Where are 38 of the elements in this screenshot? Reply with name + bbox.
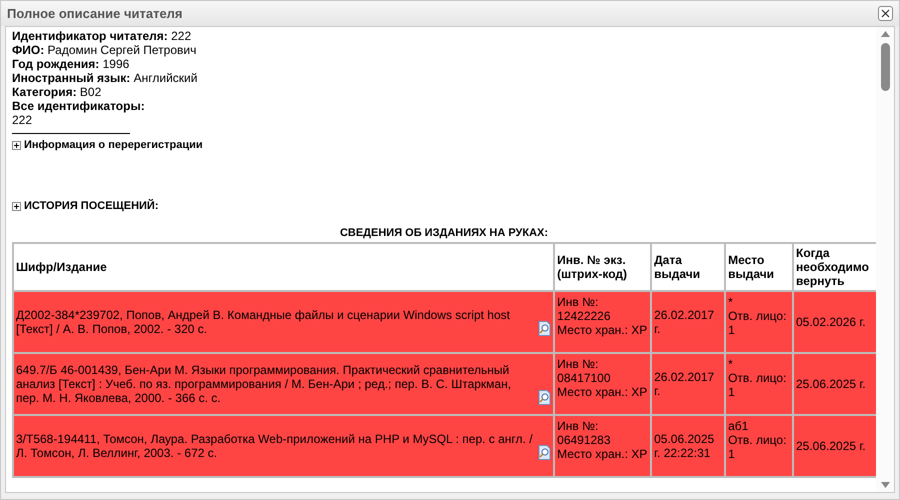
reader-info-line: Иностранный язык: Английский bbox=[12, 71, 198, 85]
close-icon bbox=[881, 9, 890, 18]
edition-text: Д2002-384*239702, Попов, Андрей В. Командные файлы и сценарии Windows script host [Текст] / А. В. Попов, 2002. - 320 с. bbox=[16, 308, 511, 336]
document-search-icon[interactable] bbox=[538, 445, 552, 460]
table-cell: * Отв. лицо: 1 bbox=[725, 291, 793, 353]
section-toggle[interactable]: ИСТОРИЯ ПОСЕЩЕНИЙ: bbox=[24, 199, 158, 213]
table-cell: 25.06.2025 г. bbox=[793, 415, 876, 477]
plus-icon[interactable] bbox=[12, 202, 21, 210]
table-cell: 26.02.2017 г. bbox=[651, 353, 726, 415]
table-cell: * Отв. лицо: 1 bbox=[725, 353, 793, 415]
close-button[interactable] bbox=[878, 6, 893, 21]
reader-info-line: ФИО: Радомин Сергей Петрович bbox=[12, 43, 196, 57]
table-cell: 05.06.2025 г. 22:22:31 bbox=[651, 415, 726, 477]
table-cell: 05.02.2026 г. bbox=[793, 291, 876, 353]
document-search-icon[interactable] bbox=[538, 321, 552, 336]
reader-info-line: 222 bbox=[12, 113, 32, 127]
scroll-down-icon[interactable] bbox=[880, 482, 890, 488]
loans-title: СВЕДЕНИЯ ОБ ИЗДАНИЯХ НА РУКАХ: bbox=[340, 226, 548, 240]
table-cell: 26.02.2017 г. bbox=[651, 291, 726, 353]
scroll-thumb[interactable] bbox=[880, 43, 890, 91]
window-title: Полное описание читателя bbox=[7, 4, 183, 23]
reader-info-line: Год рождения: 1996 bbox=[12, 57, 130, 71]
reader-info-line: Все идентификаторы: bbox=[12, 99, 145, 113]
plus-icon[interactable] bbox=[12, 140, 21, 150]
column-header: Шифр/Издание bbox=[13, 243, 554, 291]
table-cell: Инв №: 08417100 Место хран.: ХР bbox=[554, 353, 652, 415]
reader-info-line: Идентификатор читателя: 222 bbox=[12, 29, 192, 43]
table-cell: Инв №: 12422226 Место хран.: ХР bbox=[554, 291, 652, 353]
edition-text: 3/Т568-194411, Томсон, Лаура. Разработка Web-приложений на PHP и MySQL : пер. с англ. / Л. Томсон, Л. Веллинг, 2003. - 672 с. bbox=[16, 432, 534, 460]
table-cell: Инв №: 06491283 Место хран.: ХР bbox=[554, 415, 652, 477]
document-search-icon[interactable] bbox=[538, 390, 552, 405]
table-cell: 25.06.2025 г. bbox=[793, 353, 876, 415]
table-cell: аб1 Отв. лицо: 1 bbox=[725, 415, 793, 477]
reader-info-line: Категория: В02 bbox=[12, 85, 102, 99]
edition-text: 649.7/Б 46-001439, Бен-Ари М. Языки программирования. Практический сравнительный анализ [Текст] : Учеб. по яз. программирования / М. Бен-Ари ; ред.; пер. В. С. Штаркман, пер. М. Н. Яковлева, 2000. - 366 с. с. bbox=[16, 363, 512, 405]
scroll-up-icon[interactable] bbox=[880, 31, 890, 37]
section-toggle[interactable]: Информация о перерегистрации bbox=[24, 138, 203, 152]
scrollbar[interactable] bbox=[876, 27, 894, 492]
